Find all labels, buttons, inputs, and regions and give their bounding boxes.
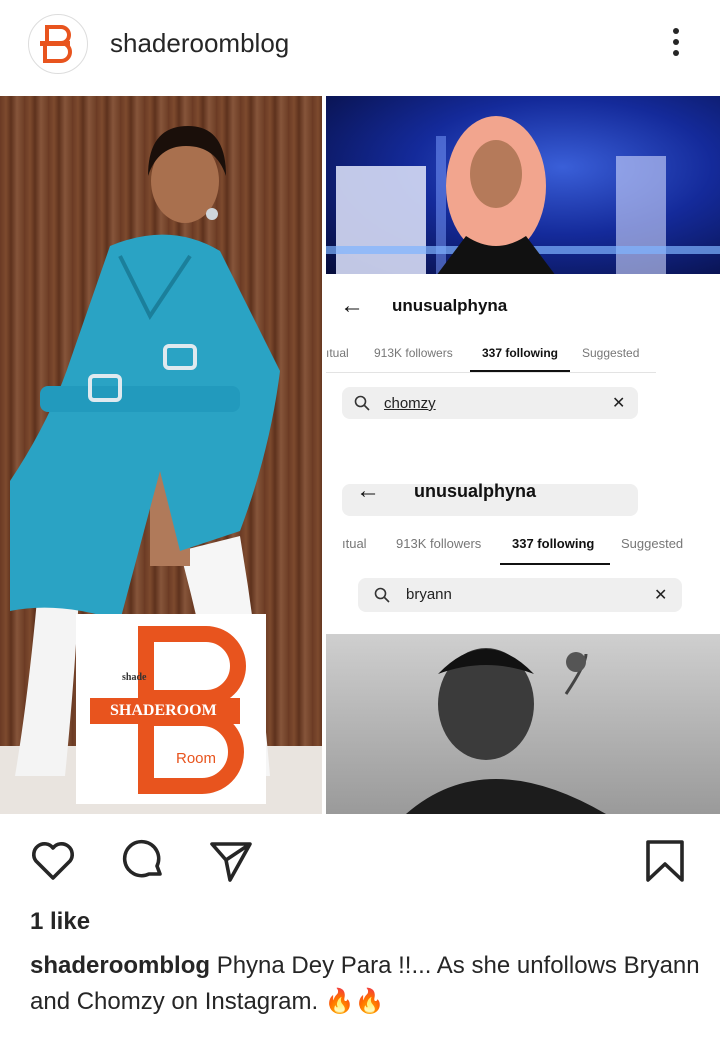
watermark-small-text: shade bbox=[122, 672, 147, 683]
photo-bryann bbox=[326, 634, 720, 814]
send-icon bbox=[210, 842, 252, 882]
watermark-banner-text: SHADEROOM bbox=[110, 702, 217, 719]
profile-name-2: unusualphyna bbox=[414, 481, 537, 501]
post-image[interactable]: ← unusualphyna ıtual 913K followers 337 … bbox=[0, 96, 720, 814]
tab-following-2: 337 following bbox=[512, 536, 595, 551]
like-button[interactable] bbox=[30, 838, 76, 884]
photo-phyna bbox=[326, 96, 720, 274]
tab-suggested: Suggested bbox=[582, 346, 640, 360]
search-value-chomzy: chomzy bbox=[384, 395, 436, 412]
tab-following: 337 following bbox=[482, 346, 559, 360]
post-caption: shaderoomblog Phyna Dey Para !!... As sh… bbox=[30, 948, 700, 1020]
tab-suggested-2: Suggested bbox=[621, 536, 684, 551]
profile-name: unusualphyna bbox=[392, 296, 508, 315]
more-options-button[interactable] bbox=[664, 24, 688, 64]
arrow-left-icon: ← bbox=[340, 292, 364, 319]
comment-button[interactable] bbox=[120, 838, 166, 884]
search-icon bbox=[354, 395, 370, 411]
post-header: shaderoomblog bbox=[0, 0, 720, 92]
bookmark-icon bbox=[646, 840, 684, 882]
post-username[interactable]: shaderoomblog bbox=[110, 28, 289, 59]
post-actions bbox=[0, 820, 720, 900]
caption-username[interactable]: shaderoomblog bbox=[30, 952, 210, 979]
shaderoom-logo-icon bbox=[40, 25, 72, 63]
more-vertical-icon bbox=[673, 28, 679, 34]
tab-followers: 913K followers bbox=[374, 346, 453, 360]
save-button[interactable] bbox=[642, 838, 688, 884]
like-count[interactable]: 1 like bbox=[30, 908, 90, 936]
watermark-bottom-text: Room bbox=[176, 750, 217, 767]
arrow-left-icon: ← bbox=[356, 477, 380, 504]
tab-mutual-2: ıtual bbox=[342, 536, 367, 551]
heart-icon bbox=[32, 842, 74, 880]
active-tab-underline-2 bbox=[500, 563, 610, 565]
tab-mutual: ıtual bbox=[326, 346, 349, 360]
close-icon: ✕ bbox=[612, 395, 626, 412]
tab-followers-2: 913K followers bbox=[396, 536, 482, 551]
comment-icon bbox=[122, 839, 162, 878]
share-button[interactable] bbox=[208, 838, 254, 884]
shaderoom-watermark: shade SHADEROOM Room bbox=[76, 614, 266, 804]
search-value-bryann: bryann bbox=[406, 586, 452, 603]
close-icon: ✕ bbox=[654, 587, 668, 604]
search-icon bbox=[374, 587, 390, 603]
avatar[interactable] bbox=[28, 14, 88, 74]
